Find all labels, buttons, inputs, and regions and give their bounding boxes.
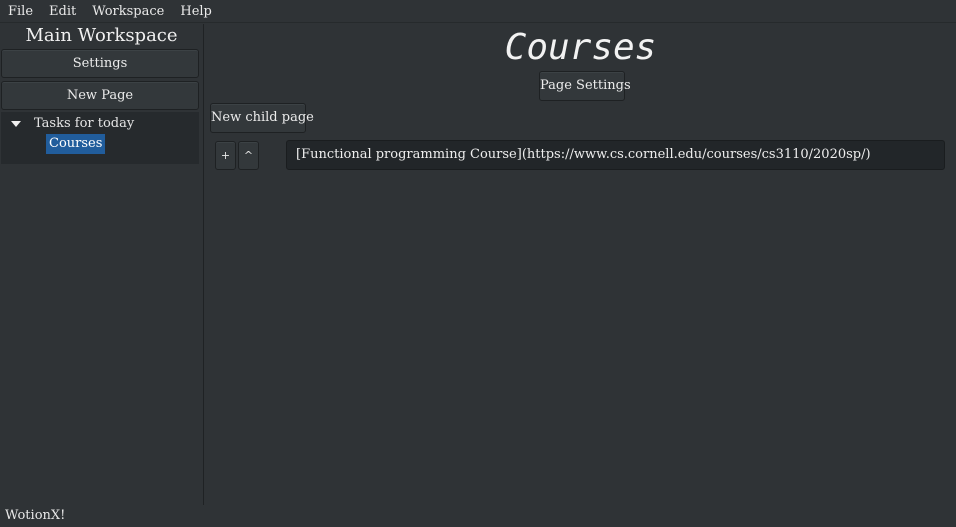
menu-edit[interactable]: Edit — [41, 0, 84, 23]
menu-help[interactable]: Help — [172, 0, 220, 23]
tree-item-tasks-for-today[interactable]: Tasks for today — [1, 114, 199, 134]
menu-file[interactable]: File — [0, 0, 41, 23]
menubar: File Edit Workspace Help — [0, 0, 956, 23]
page-title: Courses — [504, 27, 657, 68]
page-settings-button[interactable]: Page Settings — [539, 71, 631, 101]
expand-arrow-icon[interactable] — [11, 121, 21, 127]
new-child-page-button[interactable]: New child page — [210, 103, 314, 133]
status-bar: WotionX! — [5, 508, 66, 523]
block-content-input[interactable]: [Functional programming Course](https://… — [286, 140, 945, 170]
sidebar: Main Workspace Settings New Page Tasks f… — [0, 24, 204, 505]
menu-workspace[interactable]: Workspace — [84, 0, 172, 23]
move-block-up-button[interactable]: ^ — [238, 141, 259, 170]
workspace-title: Main Workspace — [25, 25, 178, 46]
page-editor: Courses Page Settings New child page + ^… — [205, 24, 956, 505]
add-block-button[interactable]: + — [215, 141, 236, 170]
settings-button[interactable]: Settings — [1, 49, 199, 78]
page-tree: Tasks for today Courses — [1, 112, 199, 164]
tree-item-courses[interactable]: Courses — [46, 134, 106, 154]
new-page-button[interactable]: New Page — [1, 81, 199, 110]
tree-item-label: Tasks for today — [34, 116, 135, 131]
